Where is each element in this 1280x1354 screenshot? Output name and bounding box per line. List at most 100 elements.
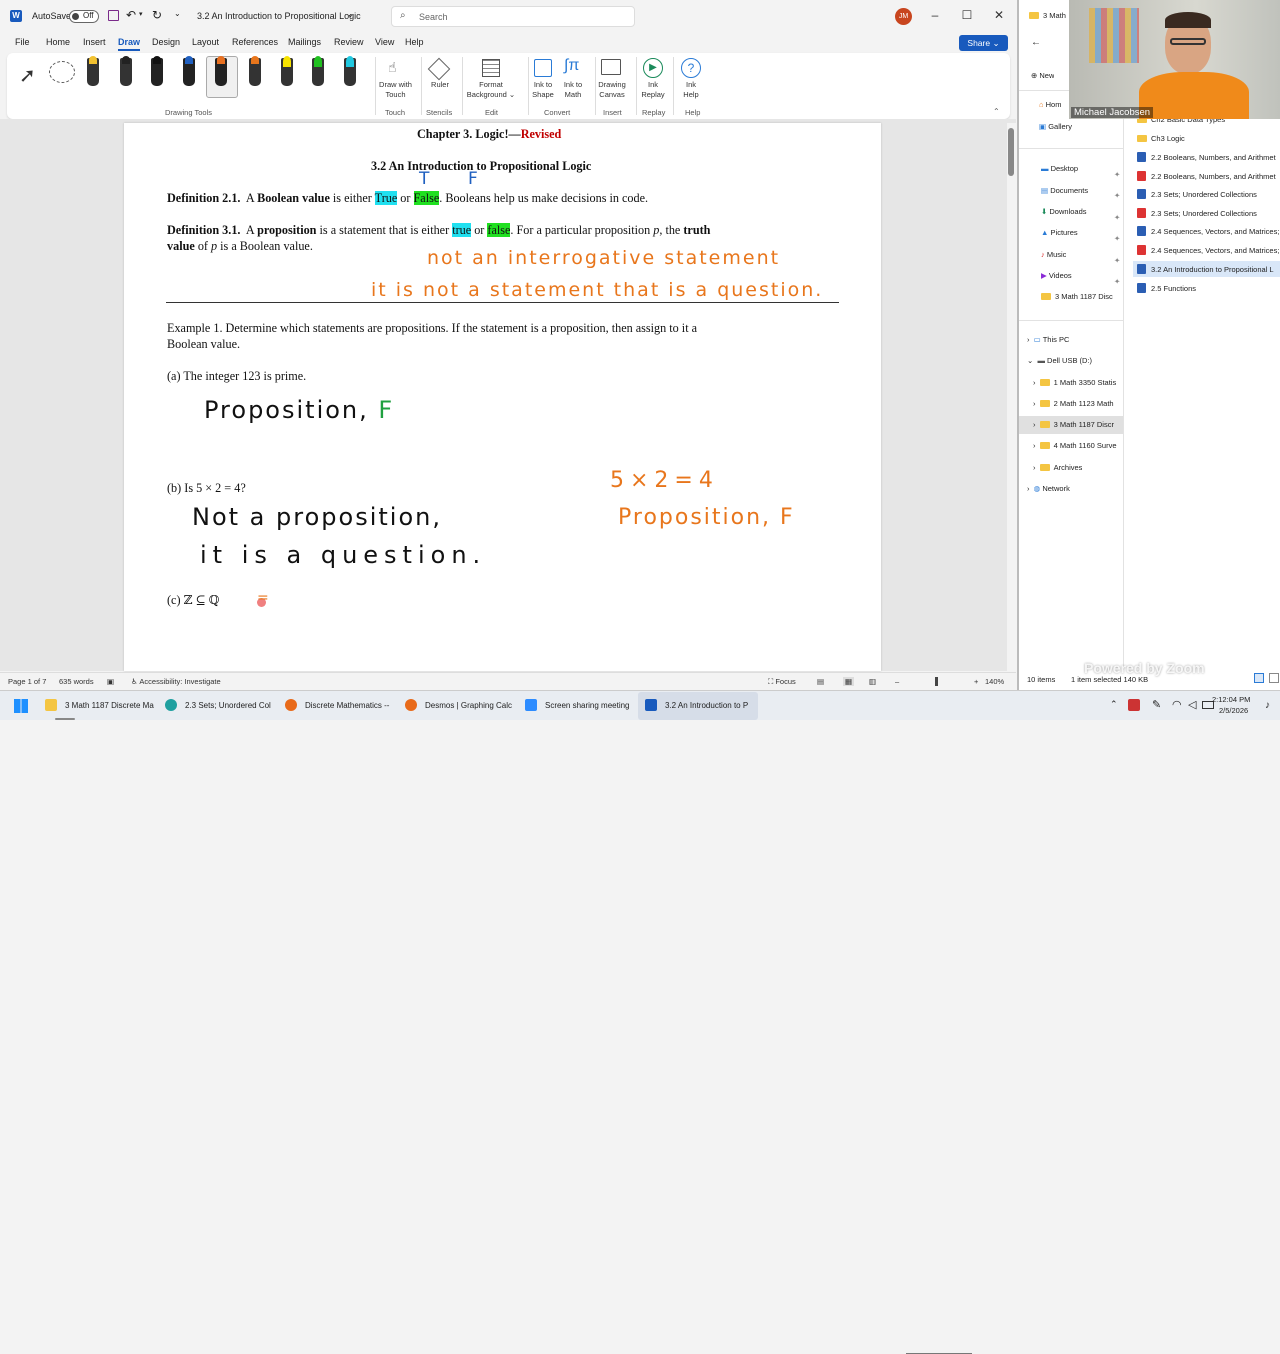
ink-to-shape-icon[interactable]	[534, 59, 552, 77]
taskbar-app-edge[interactable]: 2.3 Sets; Unordered Col	[165, 691, 271, 721]
maximize-icon[interactable]: ☐	[957, 8, 977, 22]
back-icon[interactable]: ←	[1031, 37, 1041, 48]
zoom-in-icon[interactable]: +	[974, 677, 978, 686]
tab-help[interactable]: Help	[405, 37, 424, 47]
file-item-selected[interactable]: 3.2 An Introduction to Propositional L	[1137, 264, 1280, 274]
zoom-slider-thumb[interactable]	[935, 677, 938, 686]
draw-with-touch-label[interactable]: Draw with Touch	[373, 80, 418, 100]
document-page[interactable]: Chapter 3. Logic!—Revised 3.2 An Introdu…	[124, 123, 881, 671]
ink-replay-icon[interactable]: ▶	[643, 58, 663, 78]
file-item[interactable]: 2.4 Sequences, Vectors, and Matrices;	[1137, 226, 1280, 236]
drawing-canvas-label[interactable]: Drawing Canvas	[594, 80, 630, 100]
undo-icon[interactable]: ↶	[126, 8, 136, 22]
pen-orange[interactable]	[249, 56, 261, 86]
nav-music[interactable]: ♪ Music	[1041, 250, 1066, 259]
nav-pictures[interactable]: ▲ Pictures	[1041, 228, 1078, 237]
volume-icon[interactable]: ◁	[1188, 698, 1196, 711]
tray-chevron-icon[interactable]: ⌃	[1110, 699, 1118, 710]
tree-this-pc[interactable]: › ▭ This PC	[1027, 335, 1069, 344]
format-background-icon[interactable]	[482, 59, 500, 77]
tab-references[interactable]: References	[232, 37, 278, 47]
share-button[interactable]: Share ⌄	[959, 35, 1008, 51]
tree-math-1187[interactable]: › 3 Math 1187 Discr	[1033, 420, 1123, 429]
wifi-icon[interactable]: ◠	[1172, 698, 1182, 711]
ink-replay-label[interactable]: Ink Replay	[638, 80, 668, 100]
pen-black-2[interactable]	[151, 56, 163, 86]
nav-videos[interactable]: ▶ Videos	[1041, 271, 1072, 280]
new-button[interactable]: ⊕ New	[1031, 71, 1054, 80]
highlighter-cyan[interactable]	[344, 56, 356, 86]
file-item[interactable]: 2.4 Sequences, Vectors, and Matrices;	[1137, 245, 1280, 255]
explorer-tab[interactable]: 3 Math	[1029, 11, 1066, 20]
draw-with-touch-icon[interactable]: ☝	[388, 59, 397, 76]
tab-view[interactable]: View	[375, 37, 394, 47]
nav-desktop[interactable]: ▬ Desktop	[1041, 164, 1078, 173]
file-item[interactable]: 2.5 Functions	[1137, 283, 1280, 293]
clock-time[interactable]: 2:12:04 PM	[1212, 695, 1250, 704]
nav-gallery[interactable]: ▣ Gallery	[1039, 122, 1072, 131]
tab-home[interactable]: Home	[46, 37, 70, 47]
tree-math-1160[interactable]: › 4 Math 1160 Surve	[1033, 441, 1123, 450]
drawing-canvas-icon[interactable]	[601, 59, 621, 75]
notifications-icon[interactable]: ♪	[1265, 700, 1270, 711]
zoom-level[interactable]: 140%	[985, 677, 1004, 686]
title-chevron-icon[interactable]: ⌄	[347, 10, 354, 19]
file-item[interactable]: 2.3 Sets; Unordered Collections	[1137, 208, 1280, 218]
taskbar-app-zoom[interactable]: Screen sharing meeting	[525, 691, 630, 721]
ink-help-label[interactable]: Ink Help	[677, 80, 705, 100]
document-title[interactable]: 3.2 An Introduction to Propositional Log…	[197, 11, 361, 21]
select-pointer-icon[interactable]: ➚	[19, 63, 36, 88]
ink-help-icon[interactable]: ?	[681, 58, 701, 78]
tray-pen-icon[interactable]: ✎	[1152, 698, 1161, 711]
print-layout-icon[interactable]: ▦	[843, 677, 855, 686]
tab-design[interactable]: Design	[152, 37, 180, 47]
tab-insert[interactable]: Insert	[83, 37, 106, 47]
taskbar-app-explorer[interactable]: 3 Math 1187 Discrete Ma	[45, 691, 154, 721]
customize-qat-icon[interactable]: ⌄	[174, 9, 181, 18]
tree-math-1123[interactable]: › 2 Math 1123 Math	[1033, 399, 1123, 408]
zoom-out-icon[interactable]: –	[895, 677, 899, 686]
page-count[interactable]: Page 1 of 7	[8, 677, 46, 686]
lasso-select-icon[interactable]	[49, 61, 75, 83]
minimize-icon[interactable]: –	[925, 8, 945, 22]
nav-downloads[interactable]: ⬇ Downloads	[1041, 207, 1087, 216]
search-box[interactable]: ⌕ Search	[391, 6, 635, 27]
details-view-icon[interactable]	[1254, 673, 1264, 683]
tree-dell-usb[interactable]: ⌄ ▬ Dell USB (D:)	[1027, 356, 1092, 365]
clock-date[interactable]: 2/5/2026	[1219, 706, 1248, 715]
taskbar-app-firefox-2[interactable]: Desmos | Graphing Calc	[405, 691, 512, 721]
redo-icon[interactable]: ↻	[152, 8, 162, 22]
read-mode-icon[interactable]: ▤	[817, 677, 824, 686]
tab-file[interactable]: File	[15, 37, 30, 47]
undo-dropdown-icon[interactable]: ▾	[139, 10, 143, 18]
accessibility-status[interactable]: ♿ Accessibility: Investigate	[131, 677, 221, 686]
pen-yellow-tan[interactable]	[87, 56, 99, 86]
tab-layout[interactable]: Layout	[192, 37, 219, 47]
file-item[interactable]: 2.3 Sets; Unordered Collections	[1137, 189, 1280, 199]
ruler-label[interactable]: Ruler	[422, 80, 458, 90]
collapse-ribbon-icon[interactable]: ⌃	[993, 107, 1000, 116]
ruler-icon[interactable]	[427, 57, 451, 81]
tray-app-icon[interactable]	[1128, 699, 1140, 711]
pen-black-1[interactable]	[120, 56, 132, 86]
tab-draw[interactable]: Draw	[118, 37, 140, 47]
ink-to-shape-label[interactable]: Ink to Shape	[529, 80, 557, 100]
tree-math-3350[interactable]: › 1 Math 3350 Statis	[1033, 378, 1123, 387]
file-item[interactable]: 2.2 Booleans, Numbers, and Arithmet	[1137, 171, 1280, 181]
start-icon[interactable]	[14, 699, 28, 713]
vertical-scrollbar[interactable]	[1007, 123, 1016, 671]
tiles-view-icon[interactable]	[1269, 673, 1279, 683]
highlighter-green[interactable]	[312, 56, 324, 86]
taskbar-app-word[interactable]: 3.2 An Introduction to P	[645, 691, 748, 721]
tab-mailings[interactable]: Mailings	[288, 37, 321, 47]
ink-to-math-icon[interactable]: ∫π	[564, 57, 579, 75]
nav-home[interactable]: ⌂ Hom	[1039, 100, 1061, 109]
pen-orange-selected[interactable]	[215, 56, 227, 86]
autosave-toggle[interactable]: Off	[69, 10, 99, 23]
nav-3-math-1187[interactable]: 3 Math 1187 Disc	[1041, 292, 1123, 301]
user-avatar[interactable]: JM	[895, 8, 912, 25]
nav-documents[interactable]: ▤ Documents	[1041, 186, 1088, 195]
ink-to-math-label[interactable]: Ink to Math	[559, 80, 587, 100]
format-background-label[interactable]: Format Background ⌄	[465, 80, 517, 100]
proofing-icon[interactable]: ▣	[107, 677, 114, 686]
